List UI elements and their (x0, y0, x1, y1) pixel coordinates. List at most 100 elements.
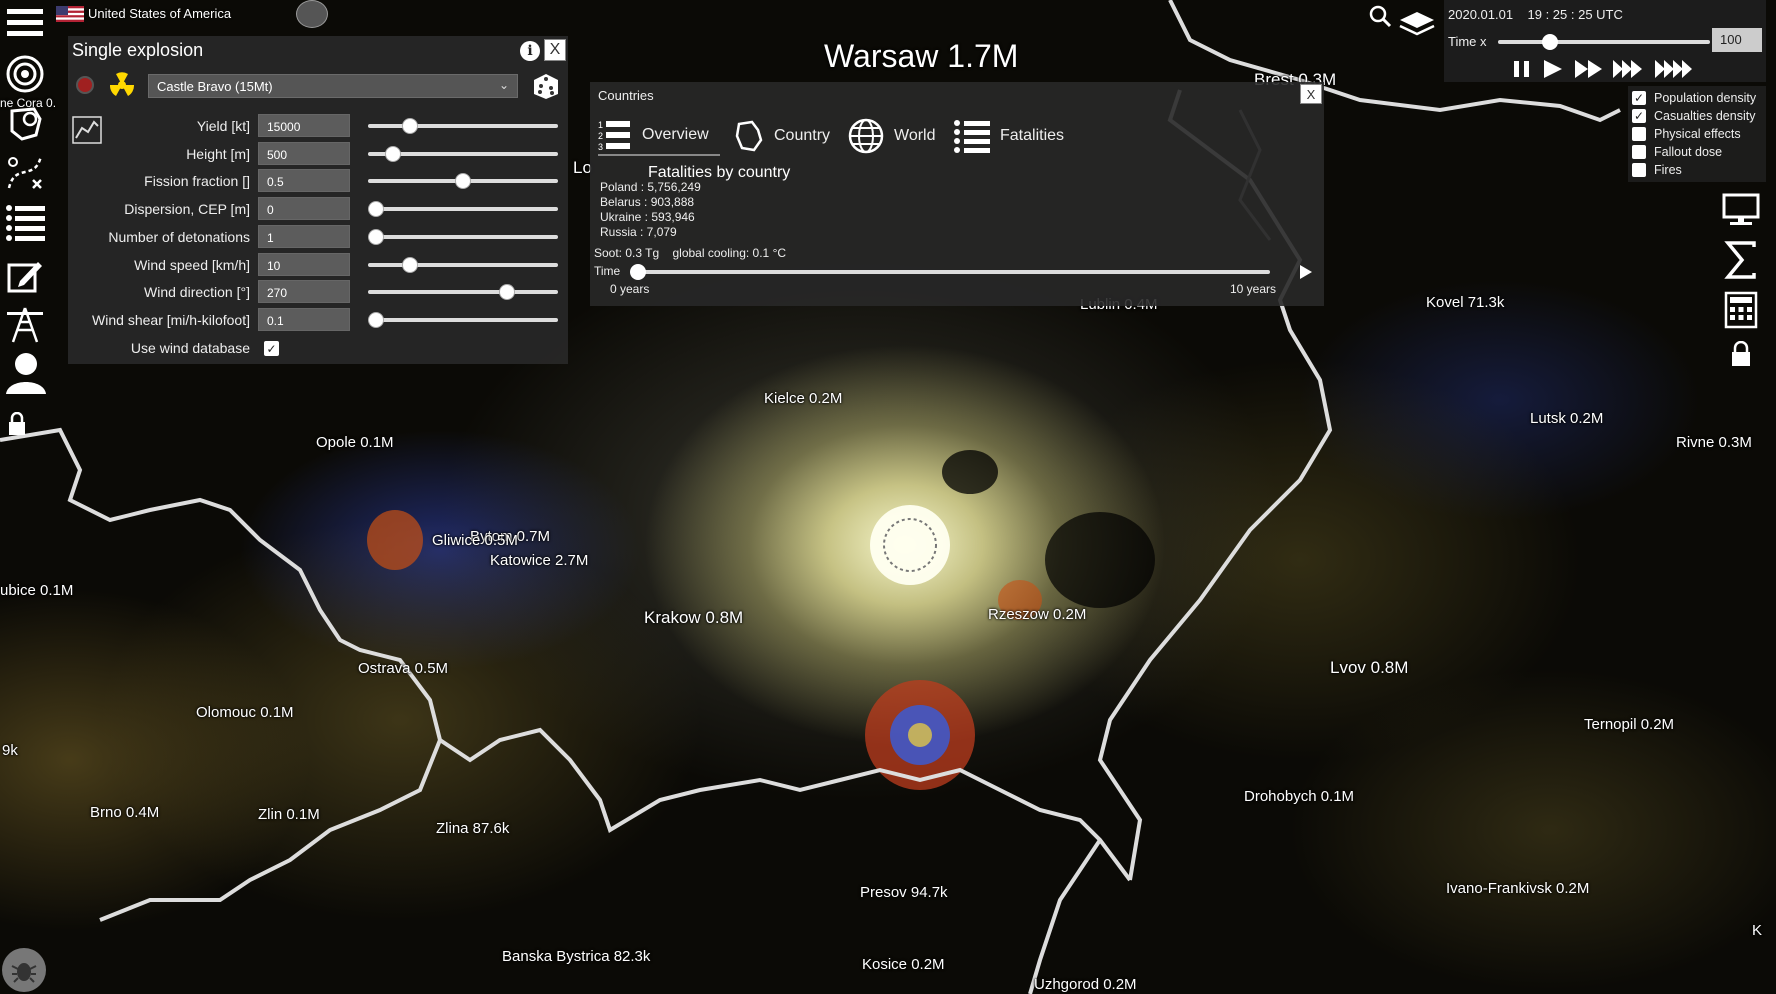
layers-icon[interactable] (1398, 10, 1436, 38)
close-button[interactable]: X (544, 39, 566, 61)
play-icon[interactable] (1300, 265, 1312, 279)
param-slider[interactable] (367, 311, 558, 328)
layer-checkbox[interactable]: ✓ (1632, 91, 1646, 105)
play-speed-1-icon[interactable] (1542, 58, 1564, 80)
param-slider-thumb[interactable] (401, 256, 418, 273)
tab-country[interactable]: Country (734, 116, 830, 156)
monitor-icon[interactable] (1720, 190, 1762, 230)
city-label-kovel: Kovel 71.3k (1426, 294, 1505, 311)
param-label: Dispersion, CEP [m] (124, 201, 250, 218)
calculator-icon[interactable] (1720, 290, 1762, 330)
time-multiplier-thumb[interactable] (1542, 34, 1558, 50)
city-label-rzeszow: Rzeszow 0.2M (988, 606, 1087, 623)
param-slider-thumb[interactable] (367, 228, 384, 245)
globe-settings-icon[interactable] (296, 0, 328, 28)
param-input[interactable]: 500 (258, 141, 350, 165)
layer-label: Population density (1654, 91, 1757, 105)
param-input[interactable]: 0.1 (258, 307, 350, 331)
tab-fatalities[interactable]: Fatalities (954, 116, 1064, 156)
layer-fallout-dose[interactable]: Fallout dose (1632, 144, 1722, 160)
countries-panel-header: Countries (598, 88, 654, 103)
param-slider-thumb[interactable] (455, 173, 471, 190)
dice-icon[interactable] (532, 72, 560, 100)
weapon-target-icon[interactable] (76, 76, 94, 94)
radio-tower-icon[interactable] (4, 304, 46, 344)
user-icon[interactable] (4, 352, 46, 394)
param-slider-thumb[interactable] (367, 201, 384, 218)
target-icon[interactable] (4, 54, 46, 94)
play-speed-4-icon[interactable] (1654, 58, 1694, 80)
time-multiplier-label: Time x (1448, 34, 1487, 49)
list-icon[interactable] (4, 202, 46, 242)
countries-close-button[interactable]: X (1300, 84, 1322, 104)
param-input[interactable]: 0.5 (258, 169, 350, 193)
time-multiplier-input[interactable]: 100 (1712, 28, 1762, 52)
fatality-row-poland: Poland : 5,756,249 (600, 180, 701, 194)
casualty-hotspot (367, 510, 423, 570)
weapon-select[interactable]: Castle Bravo (15Mt) ⌄ (148, 74, 518, 98)
param-row: Dispersion, CEP [m] 0 (68, 197, 568, 221)
country-selector[interactable]: United States of America (88, 6, 231, 21)
border-line (1028, 838, 1102, 994)
layer-checkbox[interactable] (1632, 127, 1646, 141)
hamburger-menu-icon[interactable] (4, 2, 46, 42)
param-slider-thumb[interactable] (367, 311, 384, 328)
layer-checkbox[interactable] (1632, 163, 1646, 177)
param-label: Wind direction [°] (144, 284, 250, 301)
search-icon[interactable] (1368, 4, 1392, 28)
layer-fires[interactable]: Fires (1632, 162, 1682, 178)
param-slider[interactable] (368, 284, 558, 301)
tab-world[interactable]: World (848, 116, 936, 156)
layer-checkbox[interactable] (1632, 145, 1646, 159)
fatality-row-russia: Russia : 7,079 (600, 225, 677, 239)
info-button[interactable]: i (520, 41, 540, 61)
play-speed-2-icon[interactable] (1574, 58, 1604, 80)
layer-population-density[interactable]: ✓ Population density (1632, 90, 1756, 106)
radiation-icon[interactable] (106, 70, 138, 100)
param-input[interactable]: 0 (258, 197, 350, 221)
tab-fatalities-label: Fatalities (1000, 127, 1065, 144)
city-label-olomouc: Olomouc 0.1M (196, 704, 294, 721)
wind-database-checkbox[interactable]: ✓ (264, 341, 279, 356)
edit-icon[interactable] (4, 256, 46, 296)
time-multiplier-slider[interactable] (1498, 34, 1710, 50)
param-input[interactable]: 1 (258, 224, 350, 248)
play-speed-3-icon[interactable] (1612, 58, 1644, 80)
param-slider[interactable] (367, 228, 558, 245)
param-slider-thumb[interactable] (401, 118, 418, 134)
pause-icon[interactable] (1512, 58, 1532, 80)
param-slider-thumb[interactable] (498, 284, 515, 301)
us-flag-icon[interactable] (56, 6, 84, 22)
layer-checkbox[interactable]: ✓ (1632, 109, 1646, 123)
svg-text:3: 3 (598, 142, 603, 151)
detonation-point (870, 505, 950, 585)
damage-ring-inner (908, 723, 932, 747)
param-input[interactable]: 270 (258, 280, 350, 304)
param-slider[interactable] (368, 256, 558, 273)
param-slider[interactable] (368, 118, 558, 134)
param-slider[interactable] (368, 145, 558, 162)
city-label-warsaw: Warsaw 1.7M (824, 38, 1019, 74)
lock-icon[interactable] (4, 404, 30, 444)
region-icon[interactable] (4, 104, 46, 144)
time-slider-thumb[interactable] (630, 264, 646, 280)
param-label: Yield [kt] (196, 118, 250, 134)
param-row: Fission fraction [] 0.5 (68, 169, 568, 193)
layer-casualties-density[interactable]: ✓ Casualties density (1632, 108, 1755, 124)
time-slider[interactable] (630, 264, 1270, 280)
bug-report-icon[interactable] (2, 948, 46, 992)
param-label: Wind shear [mi/h-kilofoot] (92, 311, 250, 328)
param-input[interactable]: 10 (258, 252, 350, 276)
lock-icon[interactable] (1720, 334, 1762, 374)
sigma-icon[interactable] (1720, 240, 1762, 280)
param-input[interactable]: 15000 (258, 114, 350, 137)
layer-physical-effects[interactable]: Physical effects (1632, 126, 1741, 142)
param-slider[interactable] (367, 201, 558, 218)
param-slider[interactable] (368, 173, 558, 190)
trajectory-icon[interactable] (4, 152, 46, 192)
fallout-blob (1045, 512, 1155, 608)
layer-label: Fallout dose (1654, 145, 1723, 159)
param-slider-thumb[interactable] (384, 145, 401, 162)
tab-overview[interactable]: 1 2 3 Overview (598, 116, 720, 156)
countries-panel: Countries X 1 2 3 Overview Country World (590, 82, 1324, 306)
